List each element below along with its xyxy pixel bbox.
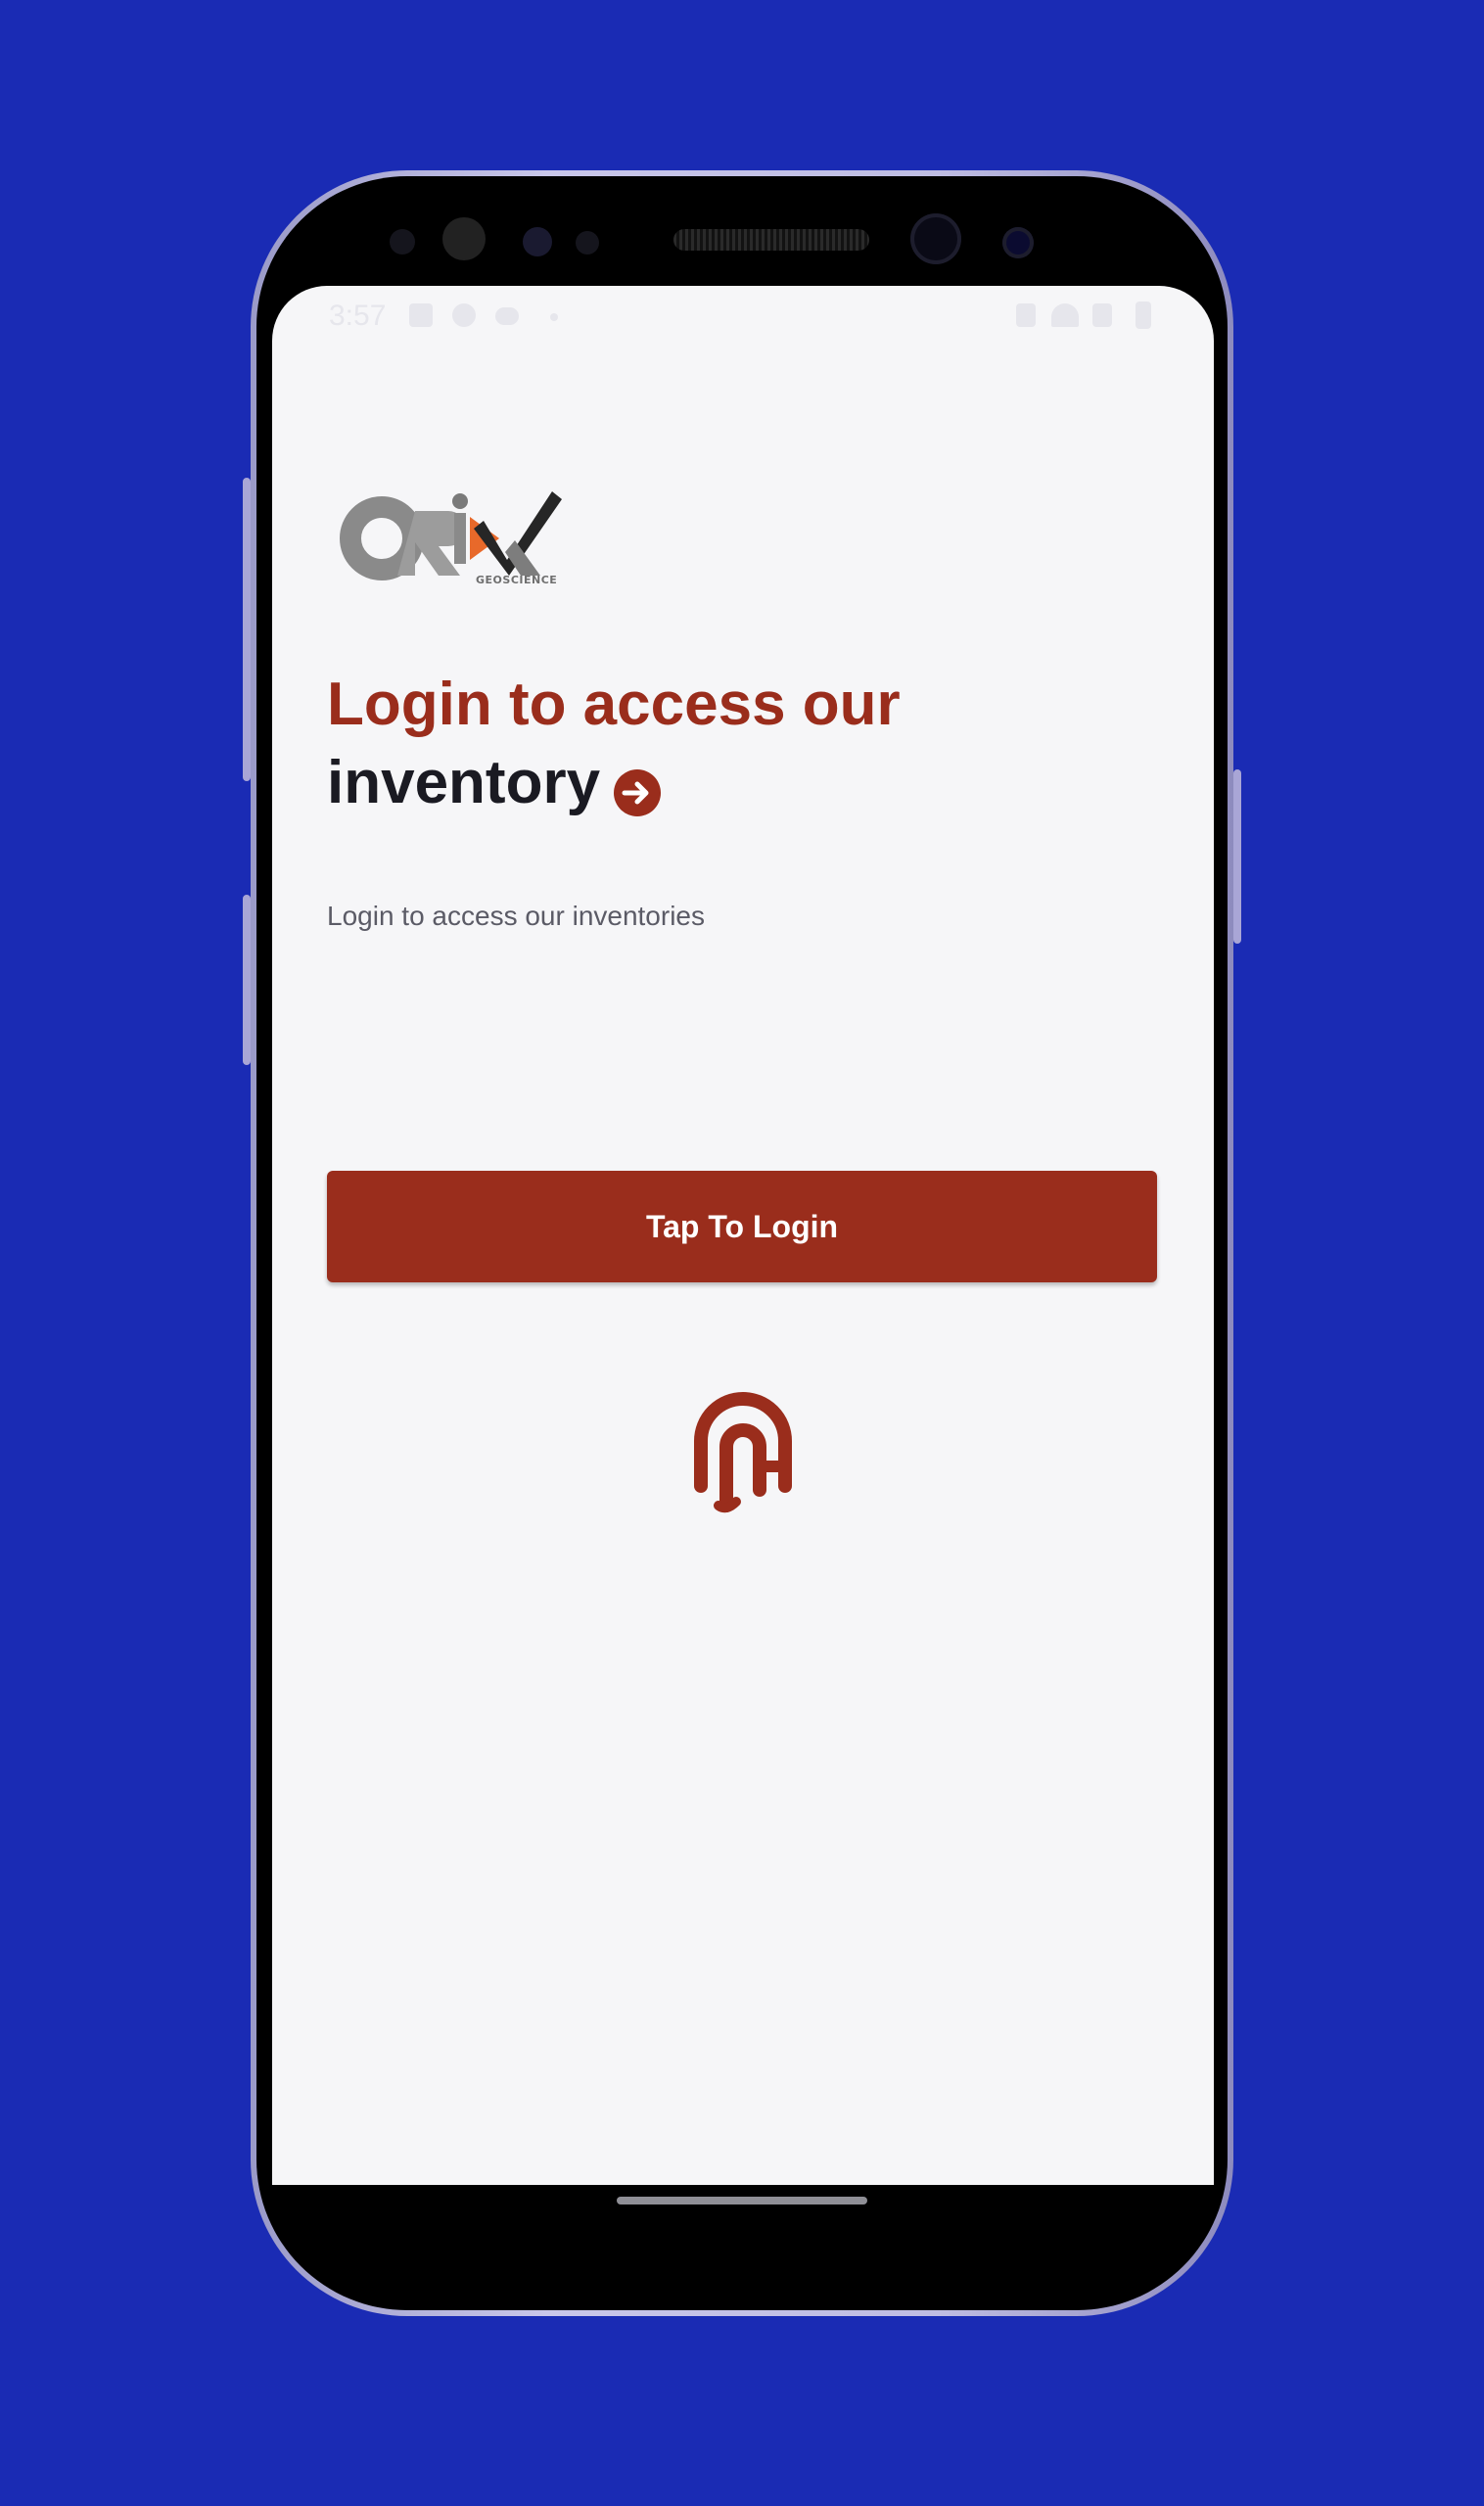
cellular-icon [1092,303,1112,327]
signal-icon [1016,303,1036,327]
home-indicator[interactable] [617,2197,867,2204]
orix-geoscience-logo: GEOSCIENCE [339,482,574,599]
image-icon [409,303,433,327]
iris-sensor-icon [1002,227,1034,258]
page-title: Login to access our inventory [327,666,1208,822]
device-side-button-right [1233,769,1241,944]
sensor-icon [390,229,415,255]
app-screen: 3:57 GEOSCIENCE Login to access our inve… [272,286,1214,2185]
device-side-button-left-upper [243,478,251,781]
earpiece-speaker [673,229,869,251]
tap-to-login-button[interactable]: Tap To Login [327,1171,1157,1282]
sensor-icon [576,231,599,255]
status-time: 3:57 [329,300,387,332]
dot-icon [550,313,558,321]
sensor-icon [442,217,486,260]
battery-icon [1136,302,1151,329]
device-side-button-left-lower [243,895,251,1065]
front-camera-icon [910,213,961,264]
info-icon [452,303,476,327]
status-bar: 3:57 [272,286,1214,345]
wifi-icon [1051,303,1079,327]
page-title-line1: Login to access our [327,671,901,738]
svg-text:GEOSCIENCE: GEOSCIENCE [476,574,557,586]
arrow-right-circle-icon [614,758,662,816]
subtitle-text: Login to access our inventories [327,901,705,931]
page-title-line2: inventory [327,749,601,816]
cloud-icon [495,307,519,325]
sensor-icon [523,227,552,256]
fingerprint-icon[interactable] [691,1390,795,1515]
